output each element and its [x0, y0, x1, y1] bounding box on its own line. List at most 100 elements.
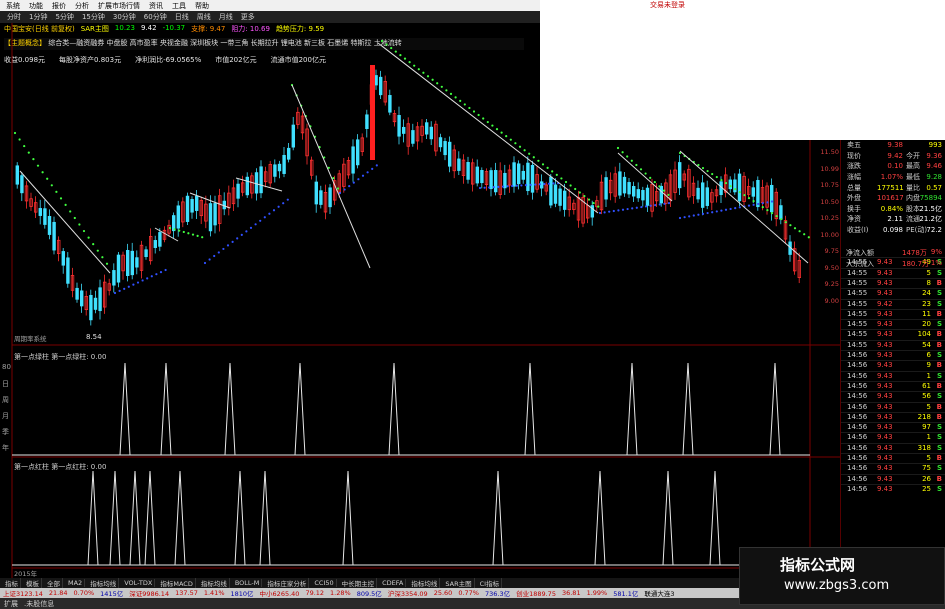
indicator-tab-15[interactable]: CI指标 [478, 578, 503, 588]
sar-dot [546, 166, 549, 169]
period-3[interactable]: 15分钟 [79, 12, 108, 22]
cy-index[interactable]: 创业1889.75 [516, 588, 556, 598]
menu-item-6[interactable]: 工具 [169, 1, 189, 11]
period-6[interactable]: 日线 [172, 12, 192, 22]
candle-body [291, 124, 295, 148]
period-7[interactable]: 周线 [194, 12, 214, 22]
indicator-tab-3[interactable]: MA2 [66, 579, 86, 587]
sz-change: 137.57 [175, 589, 198, 597]
candle-body [277, 163, 282, 172]
period-5[interactable]: 60分钟 [141, 12, 170, 22]
sar-dot [123, 287, 126, 290]
menu-item-2[interactable]: 报价 [49, 1, 69, 11]
quote-value2: 21.2亿 [919, 215, 942, 224]
sar-dot [761, 206, 764, 209]
trade-status[interactable]: 交易未登录 [650, 0, 685, 10]
sar-dot [640, 205, 643, 209]
indicator-tab-6[interactable]: 指标MACD [158, 578, 196, 588]
quote-label2: 最高 [906, 162, 920, 171]
period-4[interactable]: 30分钟 [110, 12, 139, 22]
indicator-red-peaks [12, 470, 810, 566]
sh-index[interactable]: 上证3123.14 [3, 588, 43, 598]
candle-body [466, 162, 470, 180]
sar-dot [514, 142, 517, 145]
sar-dot [649, 176, 652, 179]
candle-body [475, 166, 479, 184]
sz-index[interactable]: 深证9986.14 [129, 588, 169, 598]
candle-body [245, 176, 249, 196]
candle-body [153, 240, 157, 248]
sar-dot [761, 202, 764, 205]
quote-value: 9.38 [887, 141, 903, 150]
red-signal-peak [234, 470, 246, 566]
sar-dot [208, 258, 211, 261]
indicator-tab-11[interactable]: 中长期主控 [340, 578, 378, 588]
quote-rows: 卖五 9.38 993 现价 9.42 今开 9.36 涨跌 0.10 最高 9.46 涨幅 1.07%… [841, 140, 945, 235]
candle-body [397, 115, 401, 137]
menu-item-3[interactable]: 分析 [72, 1, 92, 11]
menu-item-7[interactable]: 帮助 [192, 1, 212, 11]
indicator-tab-9[interactable]: 指标庄家分析 [265, 578, 310, 588]
menu-item-5[interactable]: 资讯 [146, 1, 166, 11]
indicator-tab-13[interactable]: 指标均线 [409, 578, 441, 588]
sar-dot [422, 71, 425, 74]
sar-dot [222, 247, 225, 251]
tick-list[interactable]: 14:55 9.43 49 S 14:55 9.43 5 S 14:55 9.43 8 B 14:55 9… [841, 257, 945, 494]
hs-index[interactable]: 沪深3354.09 [388, 588, 428, 598]
red-signal-peak [662, 470, 674, 566]
tick-price: 9.43 [877, 351, 893, 360]
menu-item-4[interactable]: 扩展市场行情 [95, 1, 143, 11]
zx-index[interactable]: 中小6265.40 [260, 588, 300, 598]
sar-dot [775, 215, 778, 218]
sar-dot [784, 221, 787, 224]
tick-price: 9.43 [877, 412, 893, 421]
menu-item-0[interactable]: 系统 [3, 1, 23, 11]
zx-change: 79.12 [305, 589, 325, 597]
sar-dot [798, 230, 801, 233]
indicator-tab-5[interactable]: VOL-TDX [122, 579, 156, 587]
quote-value2: 72.2 [926, 226, 942, 235]
sar-dot [658, 185, 661, 188]
menu-item-1[interactable]: 功能 [26, 1, 46, 11]
sar-dot [506, 185, 509, 188]
period-1[interactable]: 1分钟 [26, 12, 50, 22]
sar-dot [747, 204, 751, 207]
sar-dot [213, 254, 216, 258]
period-8[interactable]: 月线 [216, 12, 236, 22]
period-2[interactable]: 5分钟 [52, 12, 76, 22]
indicator-tab-2[interactable]: 全部 [45, 578, 63, 588]
candle-body [641, 190, 645, 201]
quote-row: 外盘 101617 内盘 75894 [841, 193, 945, 204]
indicator-tab-4[interactable]: 指标均线 [88, 578, 120, 588]
bottom-tab-0[interactable]: 扩展 [4, 599, 18, 609]
sar-dot [626, 155, 629, 158]
tick-time: 14:55 [847, 289, 868, 298]
price-scale: 11.50 10.99 10.75 10.50 10.25 10.00 9.75 9.50 9.… [812, 140, 840, 340]
period-0[interactable]: 分时 [4, 12, 24, 22]
tick-qty: 318 [917, 443, 931, 452]
candle-body [20, 175, 24, 194]
quote-label2: 流通 [906, 215, 920, 224]
sar-dot [497, 185, 500, 188]
indicator-tab-7[interactable]: 指标均线 [199, 578, 230, 588]
period-9[interactable]: 更多 [238, 12, 258, 22]
indicator-tab-1[interactable]: 模板 [24, 578, 42, 588]
tick-time: 14:55 [847, 278, 868, 287]
indicator-tab-12[interactable]: CDEFA [380, 579, 407, 587]
sar-dot [59, 197, 63, 200]
indicator-tab-0[interactable]: 指标 [3, 578, 21, 588]
indicator-tab-8[interactable]: BOLL-M [233, 579, 263, 587]
sar-dot [96, 249, 99, 252]
tick-qty: 6 [926, 351, 931, 360]
candle-body [705, 187, 709, 206]
candle-body [401, 126, 406, 134]
indicator-tab-14[interactable]: SAR主图 [443, 578, 475, 588]
quote-label: 涨幅 [847, 173, 861, 182]
sar-dot [501, 185, 505, 188]
low-price-mark: 8.54 [86, 333, 102, 341]
sar-dot [706, 169, 709, 173]
indicator-tab-10[interactable]: CCI50 [312, 579, 337, 587]
tick-row: 14:55 9.43 8 B [841, 277, 945, 288]
candle-body [622, 176, 627, 194]
bottom-tab-1[interactable]: .未股信息 [24, 599, 54, 609]
